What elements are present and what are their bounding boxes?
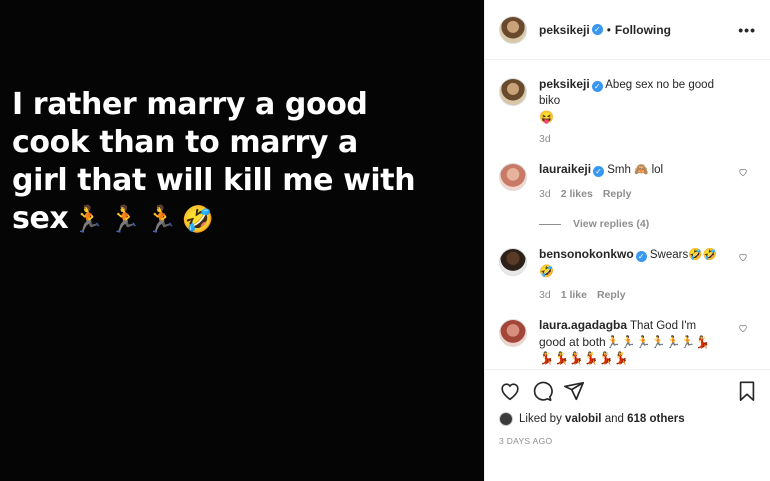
comment-likes[interactable]: 1 like [561, 289, 587, 301]
reply-button[interactable]: Reply [603, 188, 632, 200]
separator-dot: • [606, 22, 611, 37]
running-laughing-emojis: 🏃🏃🏃🤣 [72, 205, 218, 235]
comment-text: Smh 🙈 lol [607, 164, 664, 176]
liked-by-user[interactable]: valobil [565, 413, 601, 425]
like-comment-heart-icon[interactable] [738, 252, 748, 262]
avatar[interactable] [499, 248, 527, 276]
more-options-icon[interactable]: ••• [738, 22, 756, 38]
avatar[interactable] [499, 163, 527, 191]
list-item: lauraikeji ✓ Smh 🙈 lol 3d 2 likes Reply Vie… [499, 161, 756, 232]
comment-username[interactable]: bensonokonkwo [539, 247, 634, 261]
comment-text: Swears🤣🤣 [649, 249, 717, 261]
view-replies-label: View replies (4) [573, 218, 650, 230]
post-image[interactable]: I rather marry a good cook than to marry… [0, 0, 484, 481]
post-image-text: I rather marry a good cook than to marry… [12, 86, 472, 239]
comment-username[interactable]: lauraikeji [539, 162, 591, 176]
post-actions: Liked by valobil and 618 others 3 DAYS A… [485, 369, 770, 481]
verified-badge-icon: ✓ [635, 251, 647, 262]
avatar[interactable] [499, 78, 527, 106]
liked-by-joiner: and [604, 413, 624, 425]
image-text-line: I rather marry a good [12, 87, 368, 122]
comment-time[interactable]: 3d [539, 289, 551, 301]
avatar[interactable] [499, 15, 527, 44]
comment-time[interactable]: 3d [539, 188, 551, 200]
caption-username[interactable]: peksikeji [539, 77, 590, 91]
post-sidebar: peksikeji ✓ • Following ••• peksikeji ✓ A… [484, 0, 770, 481]
likes-summary: Liked by valobil and 618 others [499, 412, 758, 426]
verified-badge-icon: ✓ [593, 166, 605, 177]
comment-likes[interactable]: 2 likes [561, 188, 593, 200]
replies-line [539, 223, 561, 225]
caption: peksikeji ✓ Abeg sex no be good biko 😝 3d [499, 76, 756, 147]
post-date[interactable]: 3 DAYS AGO [499, 436, 758, 446]
comment-username[interactable]: laura.agadagba [539, 318, 627, 332]
bookmark-icon[interactable] [736, 380, 758, 402]
comment-icon[interactable] [531, 380, 553, 402]
image-text-line: girl that will kill me with [12, 163, 416, 198]
reply-button[interactable]: Reply [597, 289, 626, 301]
image-text-line: sex 🏃🏃🏃🤣 [12, 200, 472, 239]
comment-text: good at both🏃🏃🏃🏃🏃🏃💃 [539, 335, 711, 349]
caption-emoji: 😝 [539, 110, 554, 124]
following-button[interactable]: Following [615, 23, 671, 37]
image-text-line: cook than to marry a [12, 125, 358, 160]
comments-list[interactable]: peksikeji ✓ Abeg sex no be good biko 😝 3d… [485, 60, 770, 369]
post-viewer: I rather marry a good cook than to marry… [0, 0, 770, 481]
image-text-word: sex [12, 201, 69, 236]
like-comment-heart-icon[interactable] [738, 167, 748, 177]
liked-by-prefix: Liked by [519, 413, 562, 425]
comment-text: That God I'm [630, 320, 697, 332]
post-header: peksikeji ✓ • Following ••• [485, 0, 770, 60]
list-item: laura.agadagba That God I'm good at both… [499, 317, 756, 366]
comment-text: 🤣 [539, 264, 554, 278]
avatar[interactable] [499, 412, 513, 426]
header-username[interactable]: peksikeji [539, 23, 590, 37]
heart-icon[interactable] [499, 380, 521, 402]
comment-text: 💃💃💃💃💃💃 [539, 351, 629, 365]
like-comment-heart-icon[interactable] [738, 323, 748, 333]
likes-count-button[interactable]: 618 others [627, 413, 685, 425]
action-bar [499, 378, 758, 404]
avatar[interactable] [499, 319, 527, 347]
verified-badge-icon: ✓ [591, 24, 603, 35]
caption-time[interactable]: 3d [539, 133, 551, 145]
share-icon[interactable] [563, 380, 585, 402]
list-item: bensonokonkwo ✓ Swears🤣🤣 🤣 3d 1 like Reply [499, 246, 756, 303]
view-replies-button[interactable]: View replies (4) [539, 216, 734, 232]
verified-badge-icon: ✓ [591, 81, 603, 92]
